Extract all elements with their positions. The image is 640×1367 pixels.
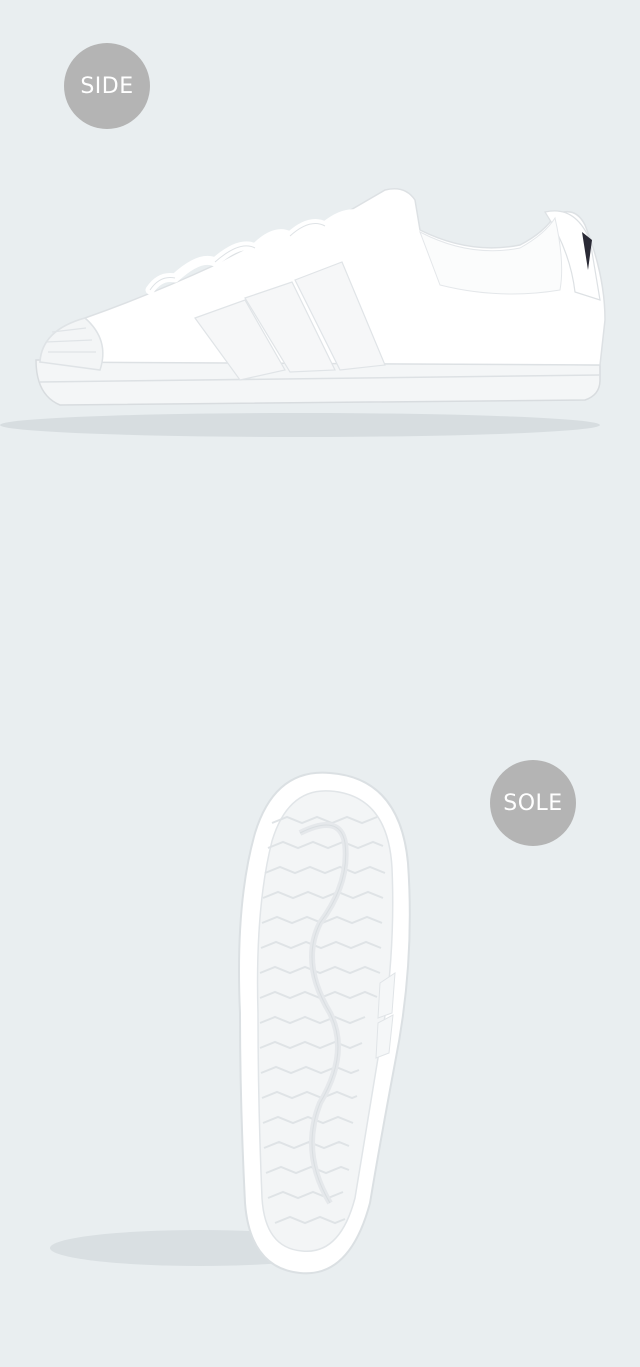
- side-view-section: SIDE: [0, 0, 640, 683]
- sole-label-badge: SOLE: [490, 760, 576, 846]
- sole-view-section: SOLE: [0, 683, 640, 1367]
- side-label-badge: SIDE: [64, 43, 150, 129]
